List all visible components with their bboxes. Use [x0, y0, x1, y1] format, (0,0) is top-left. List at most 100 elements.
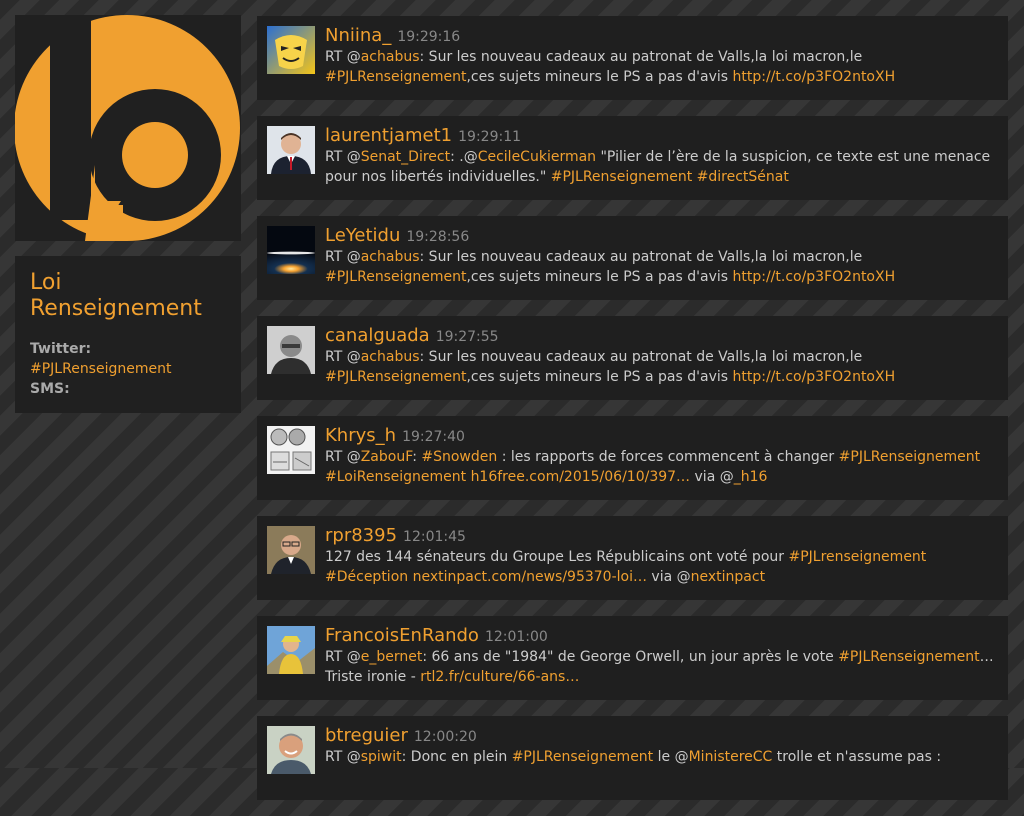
tweet-card[interactable]: laurentjamet1 19:29:11 RT @Senat_Direct: .… — [257, 116, 1008, 200]
tweet-link[interactable]: http://t.co/p3FO2ntoXH — [732, 269, 895, 285]
tweet-link[interactable]: #Déception — [325, 569, 408, 585]
tweet-card[interactable]: FrancoisEnRando 12:01:00 RT @e_bernet: 66 … — [257, 616, 1008, 700]
tweet-timestamp: 19:29:11 — [458, 129, 522, 145]
tweet-text-segment: via @ — [646, 569, 691, 585]
tweet-link[interactable]: http://t.co/p3FO2ntoXH — [732, 69, 895, 85]
tweet-link[interactable]: CecileCukierman — [478, 149, 596, 165]
tweet-link[interactable]: #PJLRenseignement — [512, 749, 653, 765]
coins-sketch-avatar[interactable] — [267, 426, 315, 474]
tweet-link[interactable]: h16free.com/2015/06/10/397… — [471, 469, 691, 485]
tweet-text-segment: : 66 ans de "1984" de George Orwell, un … — [422, 649, 839, 665]
tweet-username[interactable]: Nniina_ — [325, 25, 391, 46]
tweet-link[interactable]: spiwit — [361, 749, 402, 765]
tweet-text: RT @achabus: Sur les nouveau cadeaux au … — [325, 47, 996, 87]
tweet-text-segment: ,ces sujets mineurs le PS a pas d'avis — [466, 369, 733, 385]
twitter-label: Twitter: — [30, 341, 92, 357]
tweet-text-segment: : — [412, 449, 422, 465]
tweet-link[interactable]: _h16 — [734, 469, 768, 485]
tweet-text-segment: via @ — [690, 469, 734, 485]
tweet-timestamp: 19:27:40 — [402, 429, 465, 445]
tweet-text-segment: ,ces sujets mineurs le PS a pas d'avis — [466, 269, 733, 285]
tweet-card[interactable]: LeYetidu 19:28:56 RT @achabus: Sur les nou… — [257, 216, 1008, 300]
tweet-timestamp: 19:28:56 — [406, 229, 470, 245]
tweet-text-segment: 127 des 144 sénateurs du Groupe Les Répu… — [325, 549, 789, 565]
tweet-card[interactable]: Khrys_h 19:27:40 RT @ZabouF: #Snowden : le… — [257, 416, 1008, 500]
tweet-text: RT @achabus: Sur les nouveau cadeaux au … — [325, 247, 996, 287]
tweet-timestamp: 12:01:00 — [484, 629, 548, 645]
tweet-text-segment: : .@ — [450, 149, 478, 165]
tweet-link[interactable]: rtl2.fr/culture/66-ans… — [420, 669, 579, 685]
tweet-link[interactable]: ZabouF — [361, 449, 412, 465]
tweet-link[interactable]: #PJLRenseignement — [838, 649, 979, 665]
mask-avatar[interactable] — [267, 26, 315, 74]
tweet-text-segment: : les rapports de forces commencent à ch… — [497, 449, 839, 465]
tweet-link[interactable]: e_bernet — [361, 649, 423, 665]
tweet-username[interactable]: FrancoisEnRando — [325, 625, 479, 646]
tweet-link[interactable]: #directSénat — [697, 169, 789, 185]
tweet-timestamp: 12:00:20 — [413, 729, 477, 745]
page-title: Loi Renseignement — [30, 270, 202, 321]
speech-bubble-b-logo-icon — [15, 15, 240, 241]
tweet-text: RT @spiwit: Donc en plein #PJLRenseignem… — [325, 747, 996, 767]
tweet-link[interactable]: nextinpact — [691, 569, 765, 585]
tweet-username[interactable]: Khrys_h — [325, 425, 396, 446]
tweet-link[interactable]: #PJLRenseignement — [325, 269, 466, 285]
tweet-link[interactable]: http://t.co/p3FO2ntoXH — [732, 369, 895, 385]
tweet-text: RT @Senat_Direct: .@CecileCukierman "Pil… — [325, 147, 996, 187]
tweet-username[interactable]: rpr8395 — [325, 525, 397, 546]
tweet-username[interactable]: LeYetidu — [325, 225, 400, 246]
planet-sunrise-avatar[interactable] — [267, 226, 315, 274]
hiker-avatar[interactable] — [267, 626, 315, 674]
tweet-feed: Nniina_ 19:29:16 RT @achabus: Sur les nouv… — [257, 16, 1008, 816]
tweet-text-segment: : Sur les nouveau cadeaux au patronat de… — [419, 249, 863, 265]
man-smile-avatar[interactable] — [267, 726, 315, 774]
tweet-link[interactable]: MinistereCC — [689, 749, 773, 765]
tweet-text: RT @e_bernet: 66 ans de "1984" de George… — [325, 647, 996, 687]
tweet-card[interactable]: rpr8395 12:01:45 127 des 144 sénateurs du … — [257, 516, 1008, 600]
tweet-timestamp: 19:29:16 — [397, 29, 461, 45]
twitter-hashtag-link[interactable]: #PJLRenseignement — [30, 361, 171, 377]
tweet-link[interactable]: achabus — [361, 249, 420, 265]
tweet-link[interactable]: achabus — [361, 349, 420, 365]
tweet-link[interactable]: #PJLRenseignement — [325, 69, 466, 85]
tweet-card[interactable]: Nniina_ 19:29:16 RT @achabus: Sur les nouv… — [257, 16, 1008, 100]
tweet-username[interactable]: laurentjamet1 — [325, 125, 452, 146]
tweet-text-segment: RT @ — [325, 649, 361, 665]
sidebar-info-panel: Loi Renseignement Twitter: #PJLRenseigne… — [15, 256, 241, 413]
tweet-timestamp: 19:27:55 — [435, 329, 499, 345]
tweet-card[interactable]: canalguada 19:27:55 RT @achabus: Sur les n… — [257, 316, 1008, 400]
man-glasses-avatar[interactable] — [267, 526, 315, 574]
tweet-username[interactable]: btreguier — [325, 725, 408, 746]
tweet-text-segment: : Sur les nouveau cadeaux au patronat de… — [419, 349, 863, 365]
tweet-text-segment: trolle et n'assume pas : — [772, 749, 942, 765]
tweet-text-segment: : Donc en plein — [401, 749, 512, 765]
tweet-card[interactable]: btreguier 12:00:20 RT @spiwit: Donc en ple… — [257, 716, 1008, 800]
tweet-link[interactable]: Senat_Direct — [361, 149, 450, 165]
tweet-link[interactable]: nextinpact.com/news/95370-loi… — [413, 569, 647, 585]
tweet-text-segment: : Sur les nouveau cadeaux au patronat de… — [419, 49, 863, 65]
logo — [15, 15, 241, 241]
tweet-text-segment: RT @ — [325, 149, 361, 165]
tweet-text-segment: RT @ — [325, 449, 361, 465]
man-suit-avatar[interactable] — [267, 126, 315, 174]
tweet-timestamp: 12:01:45 — [403, 529, 466, 545]
tweet-link[interactable]: #PJLRenseignement — [839, 449, 980, 465]
tweet-text: 127 des 144 sénateurs du Groupe Les Répu… — [325, 547, 996, 587]
tweet-link[interactable]: #PJLrenseignement — [788, 549, 926, 565]
tweet-link[interactable]: #LoiRenseignement — [325, 469, 466, 485]
tweet-text-segment: RT @ — [325, 249, 361, 265]
tweet-text-segment: RT @ — [325, 749, 361, 765]
tweet-text-segment: le @ — [653, 749, 689, 765]
tweet-text-segment: RT @ — [325, 49, 361, 65]
tweet-username[interactable]: canalguada — [325, 325, 430, 346]
tweet-link[interactable]: #Snowden — [421, 449, 497, 465]
tweet-link[interactable]: achabus — [361, 49, 420, 65]
tweet-text-segment: RT @ — [325, 349, 361, 365]
tweet-text: RT @ZabouF: #Snowden : les rapports de f… — [325, 447, 996, 487]
sms-label: SMS: — [30, 381, 70, 397]
tweet-link[interactable]: #PJLRenseignement — [551, 169, 692, 185]
tweet-link[interactable]: #PJLRenseignement — [325, 369, 466, 385]
tweet-text-segment: ,ces sujets mineurs le PS a pas d'avis — [466, 69, 733, 85]
man-bw-avatar[interactable] — [267, 326, 315, 374]
tweet-text: RT @achabus: Sur les nouveau cadeaux au … — [325, 347, 996, 387]
